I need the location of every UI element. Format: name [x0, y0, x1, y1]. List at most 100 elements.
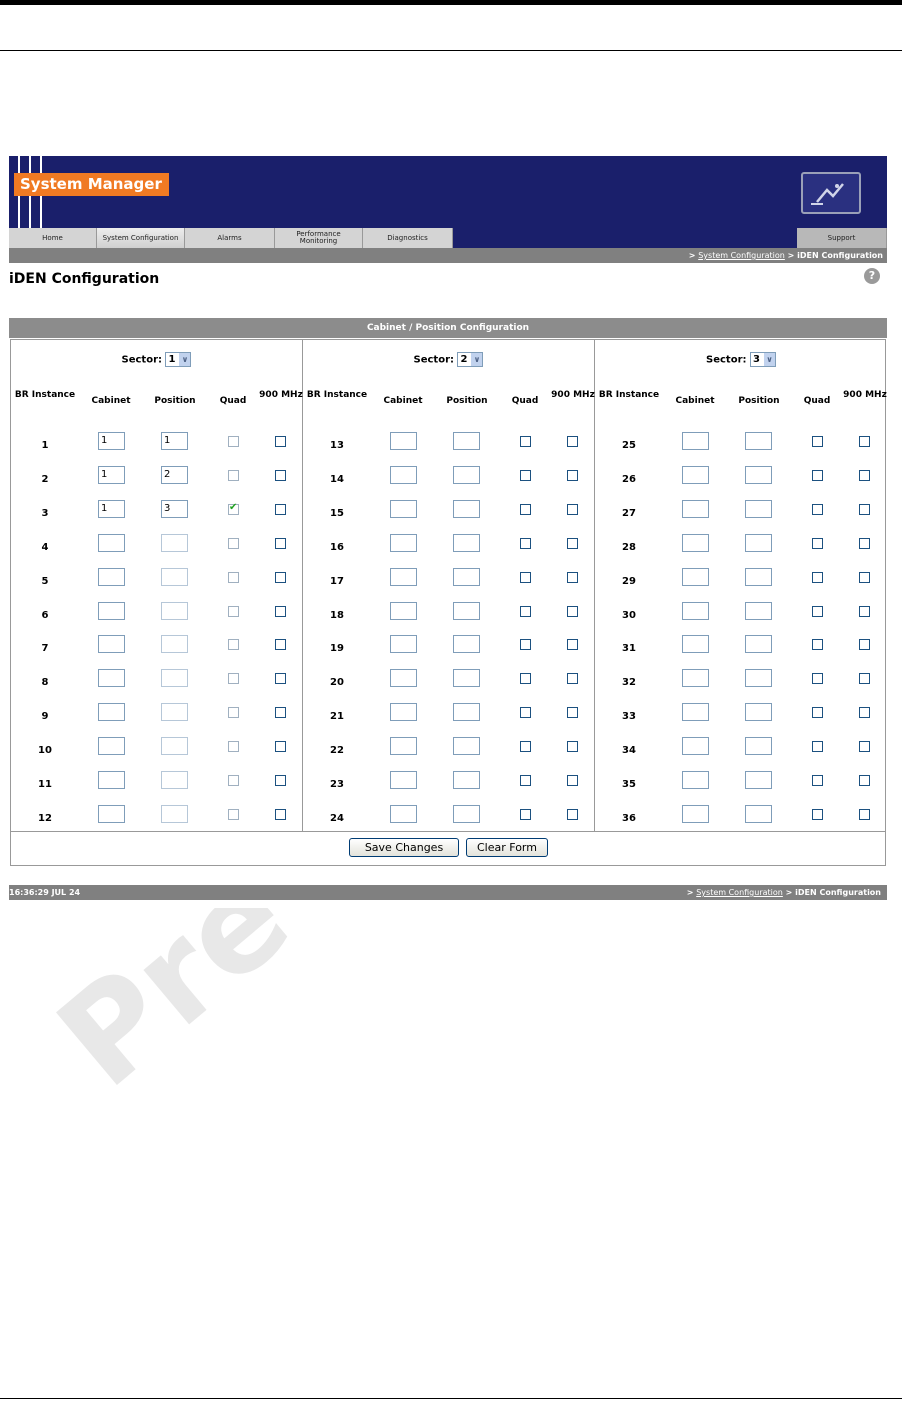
cabinet-input[interactable] — [682, 601, 709, 620]
mhz900-checkbox[interactable] — [567, 436, 578, 447]
sector-select[interactable]: 1 ∨ — [165, 352, 192, 367]
cabinet-input[interactable] — [682, 804, 709, 823]
chevron-down-icon[interactable]: ∨ — [179, 353, 191, 366]
mhz900-checkbox[interactable] — [567, 537, 578, 549]
mhz900-checkbox[interactable] — [859, 436, 870, 447]
quad-checkbox[interactable] — [812, 707, 823, 719]
cabinet-input[interactable] — [390, 737, 417, 756]
mhz900-checkbox[interactable] — [859, 673, 870, 685]
mhz900-checkbox[interactable] — [275, 436, 286, 447]
quad-checkbox[interactable] — [228, 571, 239, 583]
quad-checkbox[interactable] — [520, 537, 531, 549]
position-input[interactable] — [453, 635, 480, 654]
quad-checkbox[interactable] — [228, 605, 239, 617]
cabinet-input[interactable] — [682, 703, 709, 722]
mhz900-checkbox[interactable] — [275, 639, 286, 651]
cabinet-input[interactable] — [390, 771, 417, 789]
tab-home[interactable]: Home — [9, 228, 97, 248]
mhz900-checkbox[interactable] — [275, 469, 286, 481]
mhz900-checkbox[interactable] — [859, 707, 870, 719]
position-input[interactable] — [453, 567, 480, 586]
position-input[interactable] — [453, 465, 480, 484]
cabinet-input[interactable] — [390, 703, 417, 722]
mhz900-checkbox[interactable] — [859, 469, 870, 481]
tab-support[interactable]: Support — [797, 228, 887, 248]
quad-checkbox[interactable] — [812, 808, 823, 820]
position-input[interactable] — [745, 601, 772, 620]
quad-checkbox[interactable] — [228, 775, 239, 786]
tab-alarms[interactable]: Alarms — [185, 228, 275, 248]
breadcrumb-link-system-configuration[interactable]: System Configuration — [698, 251, 785, 260]
position-input[interactable] — [453, 804, 480, 823]
position-input[interactable] — [745, 567, 772, 586]
quad-checkbox[interactable] — [520, 741, 531, 753]
mhz900-checkbox[interactable] — [275, 503, 286, 515]
cabinet-input[interactable] — [682, 567, 709, 586]
cabinet-input[interactable] — [682, 432, 709, 450]
mhz900-checkbox[interactable] — [275, 605, 286, 617]
position-input[interactable] — [161, 533, 188, 552]
cabinet-input[interactable] — [98, 804, 125, 823]
mhz900-checkbox[interactable] — [859, 605, 870, 617]
cabinet-input[interactable]: 1 — [98, 499, 125, 518]
quad-checkbox[interactable] — [812, 537, 823, 549]
sector-select[interactable]: 2 ∨ — [457, 352, 484, 367]
mhz900-checkbox[interactable] — [567, 808, 578, 820]
cabinet-input[interactable]: 1 — [98, 432, 125, 450]
quad-checkbox[interactable] — [812, 436, 823, 447]
cabinet-input[interactable] — [98, 669, 125, 688]
position-input[interactable] — [453, 669, 480, 688]
position-input[interactable] — [453, 533, 480, 552]
cabinet-input[interactable] — [390, 669, 417, 688]
sector-select[interactable]: 3 ∨ — [749, 352, 776, 367]
cabinet-input[interactable] — [682, 771, 709, 789]
tab-performance-monitoring[interactable]: Performance Monitoring — [275, 228, 363, 248]
position-input[interactable] — [161, 771, 188, 789]
quad-checkbox[interactable] — [520, 469, 531, 481]
quad-checkbox[interactable] — [520, 707, 531, 719]
position-input[interactable] — [161, 804, 188, 823]
position-input[interactable] — [745, 635, 772, 654]
quad-checkbox[interactable] — [520, 775, 531, 786]
position-input[interactable] — [745, 465, 772, 484]
position-input[interactable] — [745, 703, 772, 722]
cabinet-input[interactable] — [390, 432, 417, 450]
quad-checkbox[interactable] — [812, 673, 823, 685]
mhz900-checkbox[interactable] — [275, 571, 286, 583]
mhz900-checkbox[interactable] — [567, 571, 578, 583]
mhz900-checkbox[interactable] — [859, 808, 870, 820]
quad-checkbox[interactable] — [228, 639, 239, 651]
position-input[interactable] — [745, 499, 772, 518]
mhz900-checkbox[interactable] — [275, 673, 286, 685]
quad-checkbox[interactable] — [520, 503, 531, 515]
cabinet-input[interactable] — [682, 533, 709, 552]
cabinet-input[interactable] — [98, 737, 125, 756]
position-input[interactable]: 3 — [161, 499, 188, 518]
save-changes-button[interactable]: Save Changes — [349, 838, 459, 857]
position-input[interactable] — [161, 567, 188, 586]
mhz900-checkbox[interactable] — [567, 707, 578, 719]
quad-checkbox[interactable] — [520, 436, 531, 447]
mhz900-checkbox[interactable] — [275, 707, 286, 719]
cabinet-input[interactable] — [98, 567, 125, 586]
clear-form-button[interactable]: Clear Form — [466, 838, 548, 857]
quad-checkbox[interactable]: ✔ — [228, 502, 239, 515]
quad-checkbox[interactable] — [520, 639, 531, 651]
quad-checkbox[interactable] — [228, 707, 239, 719]
position-input[interactable] — [453, 499, 480, 518]
cabinet-input[interactable] — [682, 635, 709, 654]
position-input[interactable]: 1 — [161, 432, 188, 450]
mhz900-checkbox[interactable] — [275, 537, 286, 549]
position-input[interactable] — [161, 737, 188, 756]
mhz900-checkbox[interactable] — [567, 605, 578, 617]
cabinet-input[interactable] — [98, 533, 125, 552]
position-input[interactable] — [453, 737, 480, 756]
position-input[interactable] — [161, 635, 188, 654]
mhz900-checkbox[interactable] — [567, 673, 578, 685]
cabinet-input[interactable] — [390, 465, 417, 484]
quad-checkbox[interactable] — [812, 503, 823, 515]
cabinet-input[interactable] — [390, 499, 417, 518]
cabinet-input[interactable] — [98, 771, 125, 789]
quad-checkbox[interactable] — [228, 741, 239, 753]
quad-checkbox[interactable] — [812, 775, 823, 786]
